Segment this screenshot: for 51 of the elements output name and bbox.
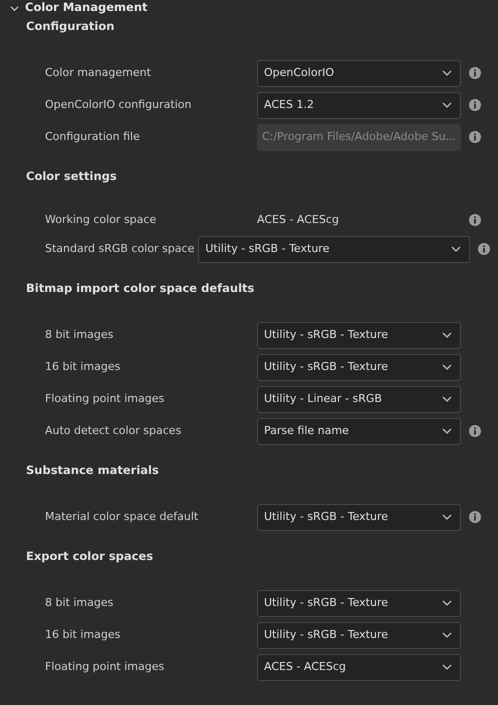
section-heading: Substance materials [25, 462, 160, 480]
field-label: Auto detect color spaces [45, 422, 182, 439]
panel-title: Color Management [25, 0, 148, 16]
info-icon[interactable] [469, 99, 481, 111]
field-label: Floating point images [45, 658, 166, 675]
dropdown[interactable]: OpenColorIO [257, 60, 461, 86]
field-label: 16 bit images [45, 626, 122, 643]
field-label: 16 bit images [45, 358, 122, 375]
info-icon[interactable] [469, 425, 481, 437]
caret-icon [442, 514, 452, 520]
dropdown[interactable]: Utility - sRGB - Texture [257, 322, 461, 348]
info-icon[interactable] [469, 214, 481, 226]
caret-icon [442, 600, 452, 606]
dropdown[interactable]: Utility - sRGB - Texture [198, 236, 470, 262]
field-label: 8 bit images [45, 326, 114, 343]
caret-icon [442, 396, 452, 402]
field-label: 8 bit images [45, 594, 114, 611]
chevron-icon[interactable] [10, 4, 19, 12]
dropdown[interactable]: Utility - Linear - sRGB [257, 386, 461, 412]
path-field: C:/Program Files/Adobe/Adobe Su... [257, 124, 461, 150]
field-label: OpenColorIO configuration [45, 96, 192, 113]
field-label: Floating point images [45, 390, 166, 407]
dropdown[interactable]: ACES 1.2 [257, 92, 461, 118]
caret-icon [451, 246, 461, 252]
field-label: Working color space [45, 212, 158, 228]
section-heading: Export color spaces [25, 548, 154, 566]
info-icon[interactable] [478, 243, 490, 255]
section-heading: Configuration [25, 18, 116, 36]
dropdown[interactable]: Utility - sRGB - Texture [257, 354, 461, 380]
caret-icon [442, 364, 452, 370]
info-icon[interactable] [469, 511, 481, 523]
field-label: Configuration file [45, 128, 141, 145]
caret-icon [442, 632, 452, 638]
caret-icon [442, 70, 452, 76]
dropdown[interactable]: Utility - sRGB - Texture [257, 504, 461, 530]
field-label: Color management [45, 64, 152, 81]
dropdown[interactable]: Utility - sRGB - Texture [257, 622, 461, 648]
field-label: Material color space default [45, 508, 200, 525]
caret-icon [442, 102, 452, 108]
dropdown[interactable]: Utility - sRGB - Texture [257, 590, 461, 616]
caret-icon [442, 428, 452, 434]
info-icon[interactable] [469, 67, 481, 79]
field-value: ACES - ACEScg [257, 212, 340, 228]
caret-icon [442, 332, 452, 338]
section-heading: Bitmap import color space defaults [25, 280, 256, 298]
field-label: Standard sRGB color space [45, 240, 194, 257]
dropdown[interactable]: ACES - ACEScg [257, 654, 461, 680]
caret-icon [442, 664, 452, 670]
info-icon[interactable] [469, 131, 481, 143]
dropdown[interactable]: Parse file name [257, 418, 461, 444]
section-heading: Color settings [25, 168, 118, 186]
